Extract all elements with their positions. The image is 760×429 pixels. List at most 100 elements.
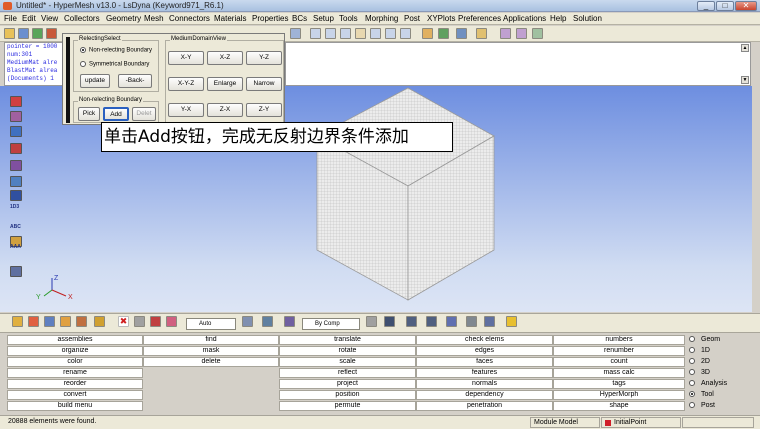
menu-bcs[interactable]: BCs [292, 14, 307, 23]
view-yx-button[interactable]: Y-X [168, 103, 204, 117]
zoom-out-icon[interactable] [325, 28, 336, 39]
sum3-icon[interactable] [532, 28, 543, 39]
panel-convert[interactable]: convert [7, 390, 143, 400]
features-icon[interactable] [262, 316, 273, 327]
view-xyz-button[interactable]: X-Y-Z [168, 77, 204, 91]
model-icon[interactable] [476, 28, 487, 39]
panel-hypermorph[interactable]: HyperMorph [553, 390, 685, 400]
layer-icon[interactable] [94, 316, 105, 327]
menu-applications[interactable]: Applications [503, 14, 546, 23]
transparency-icon[interactable] [76, 316, 87, 327]
sum2-icon[interactable] [516, 28, 527, 39]
menu-connectors[interactable]: Connectors [169, 14, 210, 23]
menu-collectors[interactable]: Collectors [64, 14, 100, 23]
command-window[interactable]: pointer = 1000 num:301 MediumMat alre Bl… [4, 42, 64, 86]
menu-materials[interactable]: Materials [214, 14, 246, 23]
radio-symmetrical[interactable]: Symmetrical Boundary [80, 61, 149, 68]
close-button[interactable]: ✕ [735, 1, 757, 11]
menu-edit[interactable]: Edit [22, 14, 36, 23]
property-icon[interactable] [10, 126, 22, 137]
load-icon[interactable] [10, 143, 22, 154]
group-icon[interactable] [10, 190, 22, 201]
system-icon[interactable] [10, 160, 22, 171]
radio-1d[interactable]: 1D [689, 347, 710, 354]
solid-icon[interactable] [384, 316, 395, 327]
menu-setup[interactable]: Setup [313, 14, 334, 23]
geom-display-icon[interactable] [12, 316, 23, 327]
hand-icon[interactable] [355, 28, 366, 39]
menu-xyplots[interactable]: XYPlots [427, 14, 455, 23]
panel-dependency[interactable]: dependency [416, 390, 553, 400]
elem-display-icon[interactable] [28, 316, 39, 327]
titles-icon[interactable] [10, 266, 22, 277]
panel-rotate[interactable]: rotate [279, 346, 416, 356]
panel-position[interactable]: position [279, 390, 416, 400]
narrow-button[interactable]: Narrow [246, 77, 282, 91]
menu-geometry[interactable]: Geometry [106, 14, 141, 23]
panel-penetration[interactable]: penetration [416, 401, 553, 411]
sum-icon[interactable] [500, 28, 511, 39]
spin-icon[interactable] [400, 28, 411, 39]
view-zy-button[interactable]: Z-Y [246, 103, 282, 117]
panel-faces[interactable]: faces [416, 357, 553, 367]
radio-non-relecting[interactable]: Non-relecting Boundary [80, 47, 152, 54]
panel-reorder[interactable]: reorder [7, 379, 143, 389]
auto-combo[interactable]: Auto [186, 318, 236, 330]
by-comp-combo[interactable]: By Comp [302, 318, 360, 330]
scroll-up-icon[interactable]: ▲ [741, 44, 749, 52]
panel-tags[interactable]: tags [553, 379, 685, 389]
panel-mass-calc[interactable]: mass calc [553, 368, 685, 378]
shaded-icon[interactable] [44, 316, 55, 327]
rotate-icon[interactable] [370, 28, 381, 39]
panel-assemblies[interactable]: assemblies [7, 335, 143, 345]
view-xy-button[interactable]: X-Y [168, 51, 204, 65]
panel-edges[interactable]: edges [416, 346, 553, 356]
wire-icon[interactable] [366, 316, 377, 327]
panel-reflect[interactable]: reflect [279, 368, 416, 378]
radio-tool[interactable]: Tool [689, 391, 714, 398]
mask-icon[interactable] [438, 28, 449, 39]
radio-analysis[interactable]: Analysis [689, 380, 727, 387]
back-button[interactable]: -Back- [118, 74, 152, 88]
screen-icon[interactable] [484, 316, 495, 327]
panel-color[interactable]: color [7, 357, 143, 367]
radio-post[interactable]: Post [689, 402, 715, 409]
save-icon[interactable] [18, 28, 29, 39]
maximize-button[interactable]: □ [716, 1, 734, 11]
import-icon[interactable] [32, 28, 43, 39]
view-xz-button[interactable]: X-Z [207, 51, 243, 65]
panel-shape[interactable]: shape [553, 401, 685, 411]
open-file-icon[interactable] [4, 28, 15, 39]
radio-2d[interactable]: 2D [689, 358, 710, 365]
plane-icon[interactable] [426, 316, 437, 327]
panel-delete[interactable]: delete [143, 357, 279, 367]
command-window-right[interactable]: ▲ ▼ [285, 42, 751, 86]
menu-properties[interactable]: Properties [252, 14, 288, 23]
panel-build-menu[interactable]: build menu [7, 401, 143, 411]
isolate-icon[interactable] [150, 316, 161, 327]
panel-check-elems[interactable]: check elems [416, 335, 553, 345]
view-icon[interactable] [290, 28, 301, 39]
radio-3d[interactable]: 3D [689, 369, 710, 376]
enlarge-button[interactable]: Enlarge [207, 77, 243, 91]
panel-numbers[interactable]: numbers [553, 335, 685, 345]
panel-renumber[interactable]: renumber [553, 346, 685, 356]
minimize-button[interactable]: _ [697, 1, 715, 11]
update-button[interactable]: update [80, 74, 110, 88]
panel-count[interactable]: count [553, 357, 685, 367]
panel-features[interactable]: features [416, 368, 553, 378]
material-icon[interactable] [10, 111, 22, 122]
hide-icon[interactable] [134, 316, 145, 327]
shade-icon[interactable] [456, 28, 467, 39]
view-zx-button[interactable]: Z-X [207, 103, 243, 117]
panel-scale[interactable]: scale [279, 357, 416, 367]
panel-organize[interactable]: organize [7, 346, 143, 356]
box-icon[interactable] [446, 316, 457, 327]
color-icon[interactable] [60, 316, 71, 327]
delete-x-icon[interactable]: ✖ [118, 316, 129, 327]
menu-mesh[interactable]: Mesh [144, 14, 164, 23]
menu-file[interactable]: File [4, 14, 17, 23]
panel-mask[interactable]: mask [143, 346, 279, 356]
menu-solution[interactable]: Solution [573, 14, 602, 23]
pan-icon[interactable] [340, 28, 351, 39]
